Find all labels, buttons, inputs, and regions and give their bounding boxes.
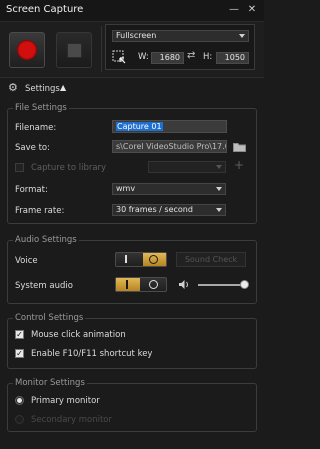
format-value: wmv (116, 184, 136, 193)
capture-to-library-label: Capture to library (31, 163, 107, 173)
audio-settings-group (7, 240, 257, 304)
toolbar-divider (101, 26, 102, 72)
add-icon[interactable]: + (234, 158, 244, 172)
width-label: W: (138, 52, 149, 62)
speaker-icon (179, 280, 188, 289)
settings-toggle[interactable]: ⚙ Settings ▲ (8, 81, 78, 96)
capture-mode-value: Fullscreen (116, 31, 157, 40)
system-audio-off-segment[interactable] (143, 278, 165, 291)
folder-icon[interactable] (233, 141, 246, 152)
system-audio-label: System audio (15, 281, 73, 291)
secondary-monitor-radio[interactable] (15, 415, 24, 424)
voice-off-segment[interactable] (143, 253, 166, 266)
window-title: Screen Capture (6, 4, 84, 15)
sound-check-button[interactable]: Sound Check (176, 252, 246, 267)
capture-mode-select[interactable]: Fullscreen (112, 30, 249, 42)
chevron-down-icon (216, 208, 222, 212)
filename-value: Capture 01 (116, 122, 163, 131)
control-settings-title: Control Settings (13, 313, 86, 323)
voice-label: Voice (15, 256, 38, 266)
on-icon (125, 255, 127, 263)
record-button[interactable] (9, 32, 45, 68)
capture-to-library-checkbox[interactable] (15, 163, 24, 172)
height-label: H: (203, 52, 213, 62)
shortcut-label: Enable F10/F11 shortcut key (31, 349, 153, 359)
format-select[interactable]: wmv (112, 183, 226, 195)
off-icon (149, 280, 158, 289)
library-select[interactable] (148, 161, 226, 173)
title-bar: Screen Capture — ✕ (0, 0, 264, 22)
system-audio-toggle[interactable] (115, 277, 167, 292)
audio-settings-title: Audio Settings (13, 235, 79, 245)
system-audio-on-segment[interactable] (116, 278, 140, 291)
chevron-down-icon (216, 165, 222, 169)
filename-field[interactable]: Capture 01 (112, 120, 227, 133)
capture-area-panel: Fullscreen W: 1680 ⇄ H: 1050 (105, 24, 255, 70)
primary-monitor-label: Primary monitor (31, 396, 100, 406)
saveto-field[interactable]: s\Corel VideoStudio Pro\17.0\ (112, 140, 227, 153)
height-field[interactable]: 1050 (216, 52, 249, 64)
region-select-icon[interactable] (112, 50, 126, 64)
link-icon[interactable]: ⇄ (187, 50, 195, 61)
width-field[interactable]: 1680 (151, 52, 184, 64)
record-icon (17, 40, 37, 60)
mouse-click-checkbox[interactable]: ✓ (15, 330, 24, 339)
off-icon (149, 255, 158, 264)
volume-slider-thumb[interactable] (239, 280, 249, 289)
filename-label: Filename: (15, 123, 57, 133)
framerate-value: 30 frames / second (116, 205, 193, 214)
control-settings-group (7, 318, 257, 369)
file-settings-title: File Settings (13, 103, 69, 113)
framerate-select[interactable]: 30 frames / second (112, 204, 226, 216)
voice-on-segment[interactable] (116, 253, 138, 266)
close-icon[interactable]: ✕ (246, 4, 258, 16)
mouse-click-label: Mouse click animation (31, 330, 126, 340)
chevron-down-icon (239, 34, 245, 38)
saveto-label: Save to: (15, 143, 50, 153)
gear-icon: ⚙ (8, 81, 18, 94)
format-label: Format: (15, 185, 48, 195)
stop-button[interactable] (56, 32, 92, 68)
voice-toggle[interactable] (115, 252, 167, 267)
shortcut-checkbox[interactable]: ✓ (15, 349, 24, 358)
minimize-icon[interactable]: — (228, 4, 240, 16)
settings-label: Settings (25, 84, 60, 94)
primary-monitor-radio[interactable] (15, 396, 24, 405)
monitor-settings-title: Monitor Settings (13, 378, 87, 388)
framerate-label: Frame rate: (15, 206, 65, 216)
collapse-up-icon: ▲ (60, 83, 67, 92)
secondary-monitor-label: Secondary monitor (31, 415, 112, 425)
stop-icon (67, 43, 82, 58)
chevron-down-icon (216, 187, 222, 191)
on-icon (126, 280, 128, 289)
